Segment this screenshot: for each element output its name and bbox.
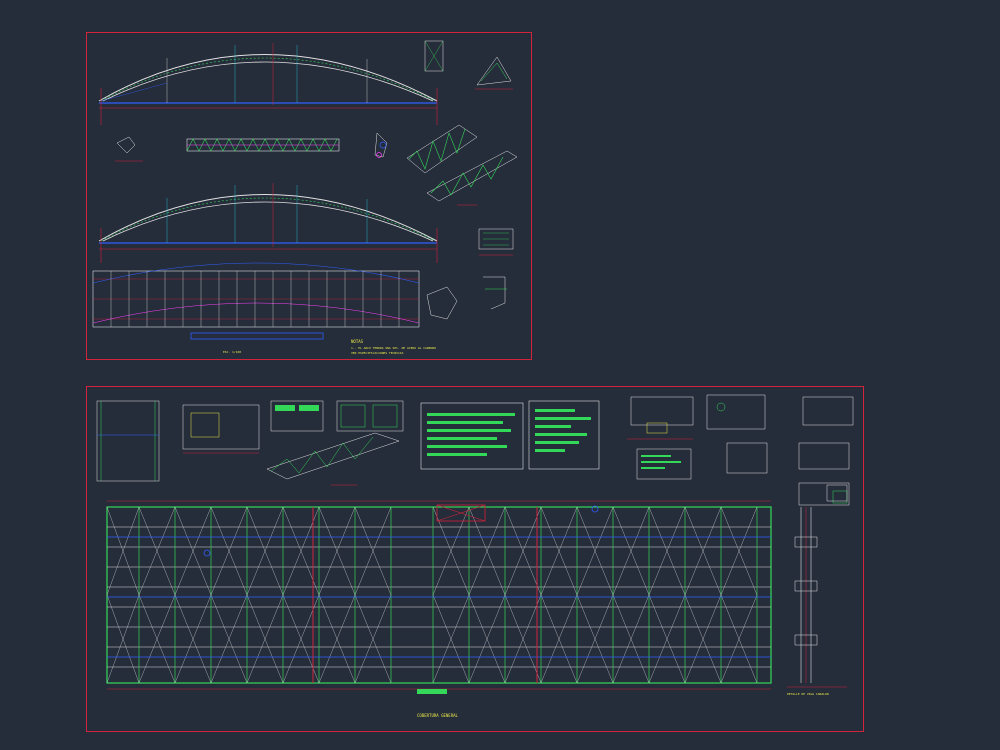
elevation-details — [96, 400, 260, 482]
scale-label: ESC. 1/100 — [223, 350, 241, 354]
truss-perspective — [406, 124, 518, 206]
arch-elevation-1 — [98, 43, 438, 125]
notes-sub: VER ESPECIFICACIONES TECNICAS — [351, 351, 404, 355]
top-drawing-sheet: NOTAS 1.- EL ARCO TENDRA UNA SEC. DE ACE… — [86, 32, 532, 360]
bottom-drawing-sheet: COBERTURA GENERAL DETALLE DE VIGA CANALO… — [86, 386, 864, 732]
general-notes-block — [420, 400, 600, 470]
connection-details — [627, 394, 854, 506]
gutter-beam-detail — [787, 484, 848, 688]
spec-tables — [266, 400, 404, 486]
truss-beam-detail — [186, 138, 340, 152]
notes-text: 1.- EL ARCO TENDRA UNA SEC. DE ACERO AL … — [351, 346, 436, 350]
plan-title: COBERTURA GENERAL — [417, 713, 459, 718]
bottom-sheet-svg: COBERTURA GENERAL DETALLE DE VIGA CANALO… — [96, 394, 854, 718]
main-roof-plan — [106, 500, 772, 694]
top-sheet-svg: NOTAS 1.- EL ARCO TENDRA UNA SEC. DE ACE… — [92, 40, 518, 355]
roof-plan-top — [92, 262, 507, 340]
cad-drawing-canvas: NOTAS 1.- EL ARCO TENDRA UNA SEC. DE ACE… — [0, 0, 1000, 750]
notes-title: NOTAS — [351, 339, 364, 344]
detail-title: DETALLE DE VIGA CANALON — [787, 692, 829, 696]
